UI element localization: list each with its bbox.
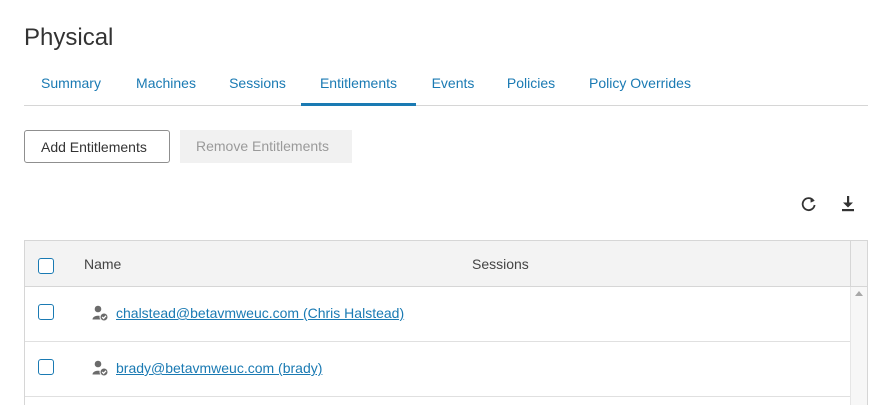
tab-sessions[interactable]: Sessions xyxy=(214,62,301,104)
user-entitled-icon xyxy=(91,359,109,377)
tab-policies[interactable]: Policies xyxy=(490,62,572,104)
tab-bar: Summary Machines Sessions Entitlements E… xyxy=(24,62,868,106)
refresh-icon[interactable] xyxy=(799,194,819,214)
remove-entitlements-button[interactable]: Remove Entitlements xyxy=(180,130,352,163)
table-row: chalstead@betavmweuc.com (Chris Halstead… xyxy=(25,287,850,342)
add-entitlements-button[interactable]: Add Entitlements xyxy=(24,130,170,163)
page-title: Physical xyxy=(24,24,114,51)
tab-entitlements[interactable]: Entitlements xyxy=(301,62,416,106)
header-divider xyxy=(850,241,851,286)
table-header: Name Sessions xyxy=(25,241,867,287)
column-header-name[interactable]: Name xyxy=(84,256,121,272)
user-entitled-icon xyxy=(91,304,109,322)
tab-events[interactable]: Events xyxy=(416,62,490,104)
column-header-sessions[interactable]: Sessions xyxy=(472,256,529,272)
row-checkbox[interactable] xyxy=(38,359,54,375)
download-icon[interactable] xyxy=(838,194,858,214)
table-row: brady@betavmweuc.com (brady) xyxy=(25,342,850,397)
tab-machines[interactable]: Machines xyxy=(118,62,214,104)
vertical-scrollbar[interactable] xyxy=(850,287,867,405)
row-checkbox[interactable] xyxy=(38,304,54,320)
user-link[interactable]: chalstead@betavmweuc.com (Chris Halstead… xyxy=(116,305,404,321)
user-link[interactable]: brady@betavmweuc.com (brady) xyxy=(116,360,322,376)
select-all-checkbox[interactable] xyxy=(38,258,54,274)
scroll-up-arrow-icon[interactable] xyxy=(855,291,863,296)
entitlements-table: Name Sessions chalstead@betavmweuc.com (… xyxy=(24,240,868,405)
tab-policy-overrides[interactable]: Policy Overrides xyxy=(572,62,708,104)
tab-summary[interactable]: Summary xyxy=(24,62,118,104)
